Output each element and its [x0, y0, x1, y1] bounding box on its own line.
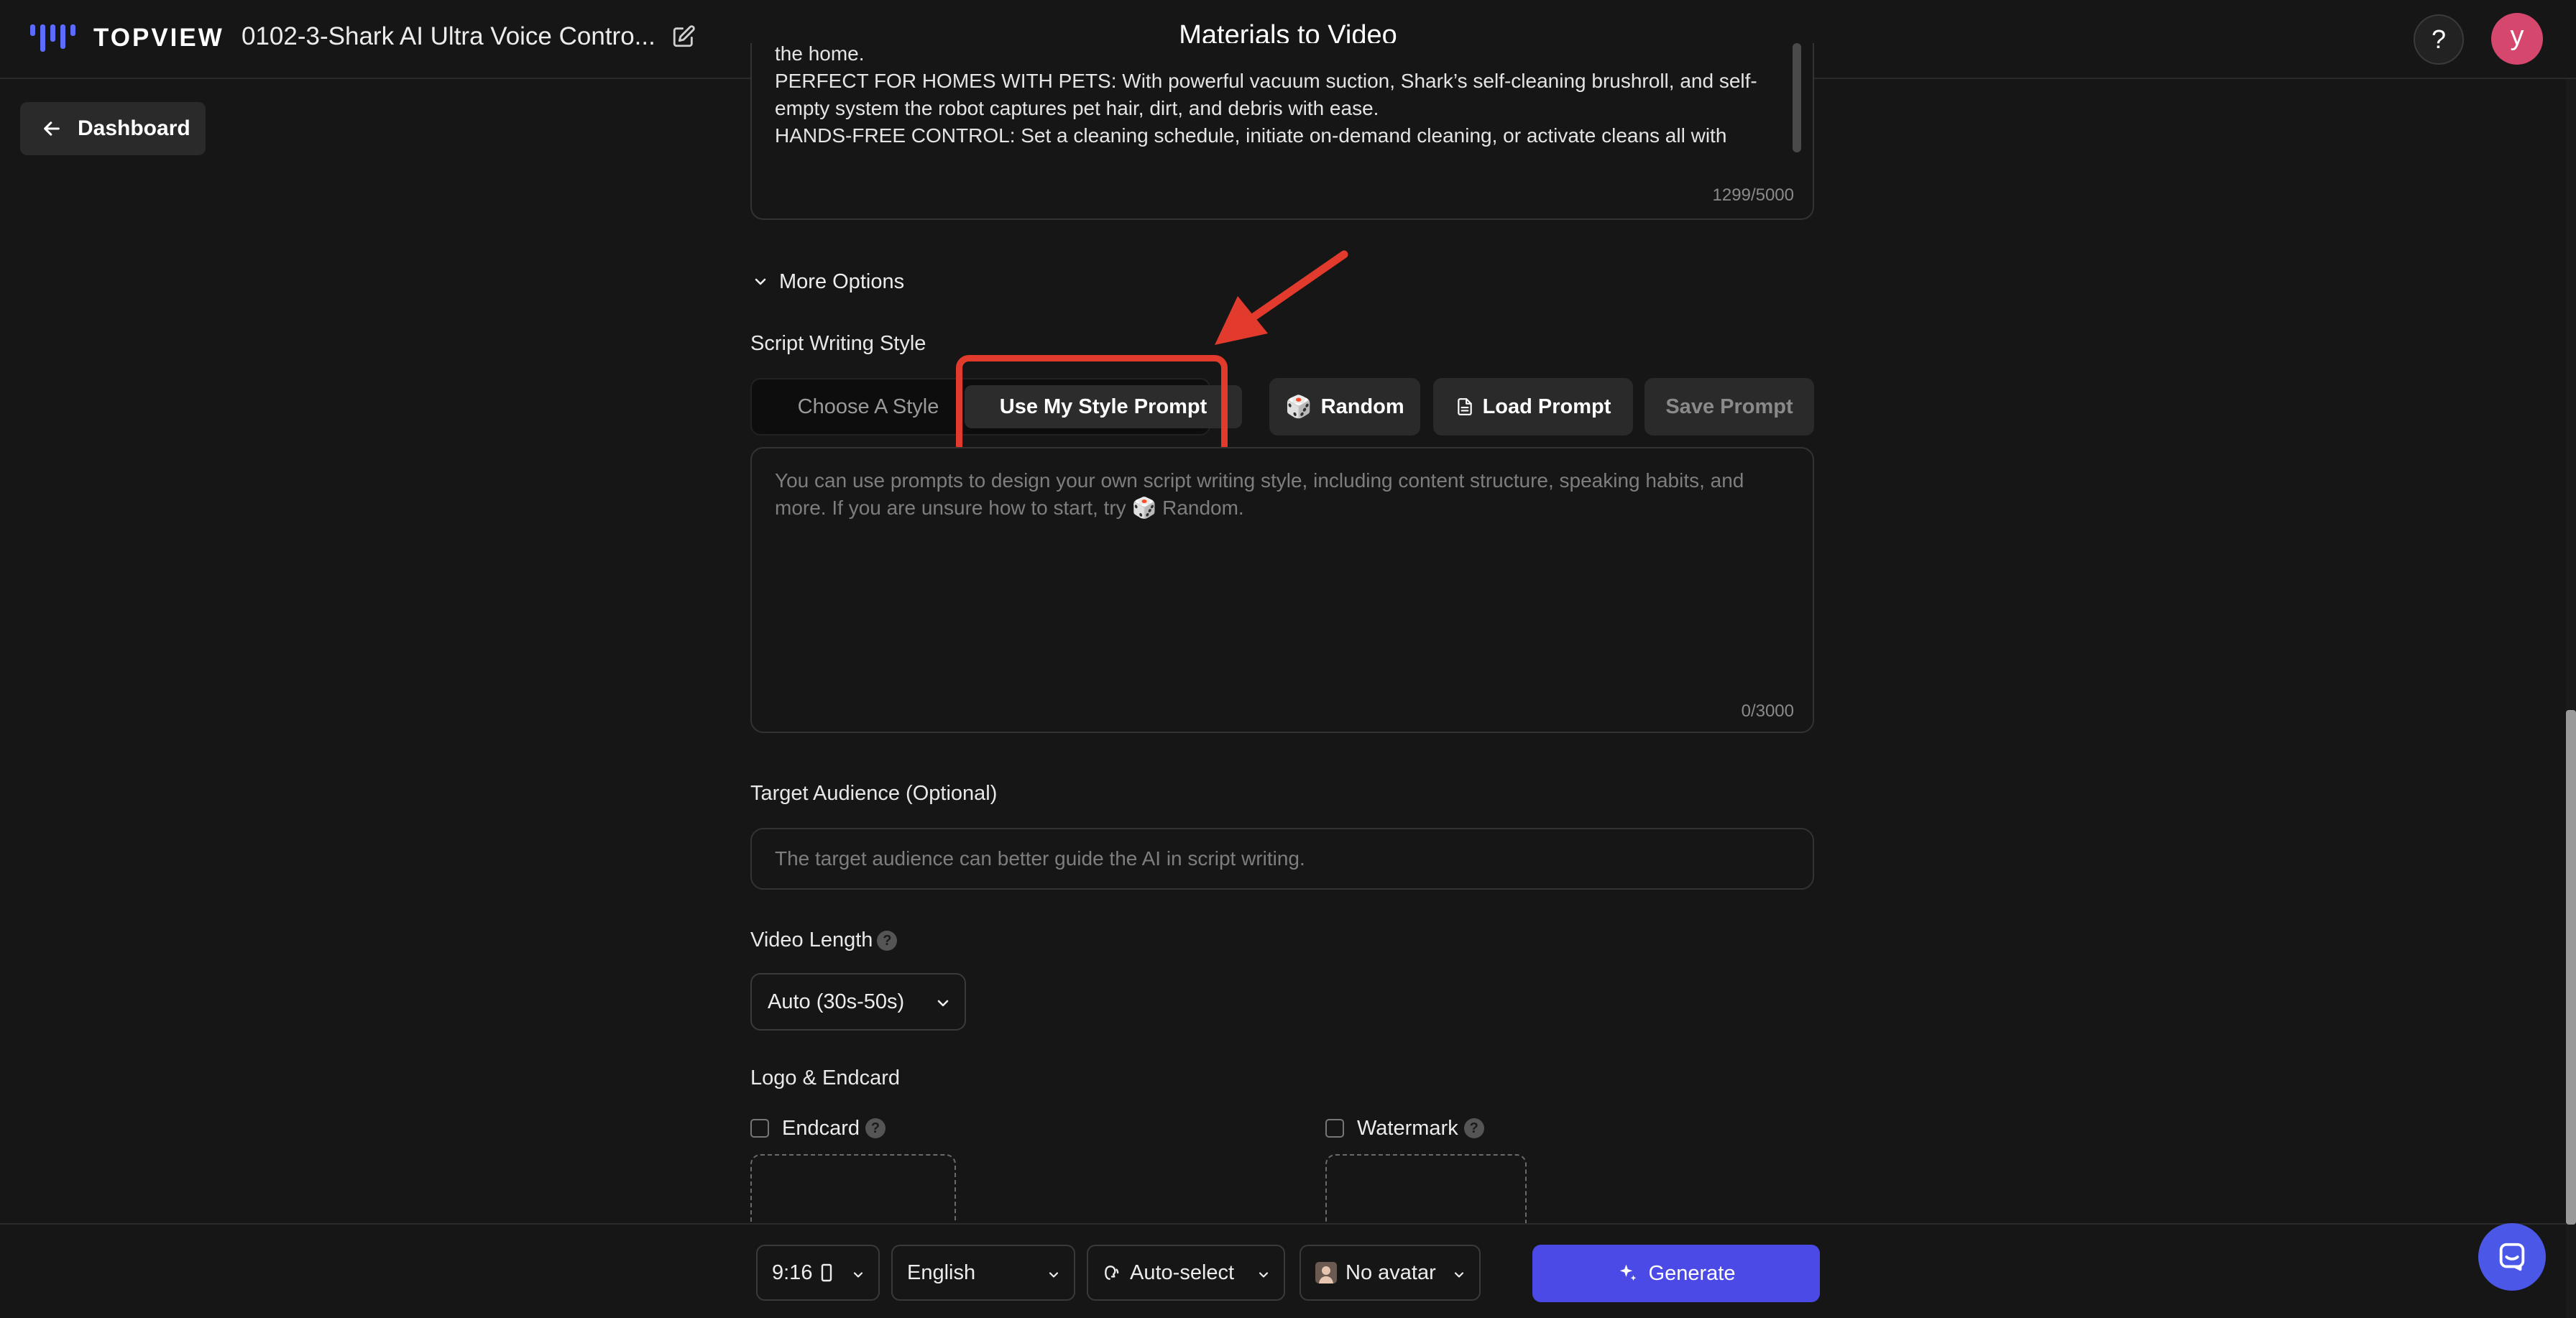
- description-text: the home. PERFECT FOR HOMES WITH PETS: W…: [775, 43, 1757, 147]
- more-options-toggle[interactable]: More Options: [752, 267, 904, 296]
- generate-label: Generate: [1648, 1261, 1736, 1285]
- avatar-select[interactable]: No avatar: [1300, 1245, 1481, 1301]
- style-prompt-placeholder: You can use prompts to design your own s…: [775, 467, 1795, 522]
- generate-button[interactable]: Generate: [1532, 1245, 1820, 1302]
- placeholder-part-2: Random.: [1162, 497, 1244, 519]
- phone-icon: [822, 1263, 832, 1282]
- language-select[interactable]: English: [891, 1245, 1075, 1301]
- script-style-label: Script Writing Style: [750, 332, 926, 355]
- endcard-checkbox[interactable]: [750, 1119, 769, 1138]
- chevron-down-icon: [853, 1272, 863, 1278]
- user-avatar[interactable]: y: [2491, 13, 2543, 65]
- project-title: 0102-3-Shark AI Ultra Voice Contro...: [242, 22, 656, 50]
- video-length-label-row: Video Length?: [750, 928, 898, 952]
- watermark-label: Watermark: [1357, 1116, 1458, 1140]
- dashboard-button[interactable]: Dashboard: [20, 102, 206, 155]
- help-button[interactable]: ?: [2414, 14, 2464, 65]
- chevron-down-icon: [1259, 1272, 1269, 1278]
- help-circle-icon[interactable]: ?: [877, 931, 898, 951]
- style-prompt-textarea[interactable]: You can use prompts to design your own s…: [750, 447, 1814, 733]
- random-label: Random: [1320, 395, 1404, 418]
- dashboard-label: Dashboard: [78, 116, 190, 140]
- endcard-label: Endcard: [782, 1116, 860, 1140]
- voice-value: Auto-select: [1130, 1261, 1235, 1284]
- logo-text: TOPVIEW: [93, 24, 224, 52]
- description-counter: 1299/5000: [1712, 185, 1794, 205]
- page-scrollbar-thumb[interactable]: [2566, 710, 2576, 1225]
- edit-icon[interactable]: [671, 24, 696, 49]
- logo-bars-icon: [30, 24, 75, 52]
- video-length-label: Video Length: [750, 928, 873, 951]
- chat-icon: [2499, 1243, 2525, 1271]
- topview-logo[interactable]: TOPVIEW: [29, 22, 224, 55]
- load-prompt-label: Load Prompt: [1482, 395, 1611, 418]
- watermark-checkbox[interactable]: [1325, 1119, 1344, 1138]
- highlight-box: [956, 355, 1228, 458]
- sparkle-icon: [1619, 1264, 1636, 1281]
- arrow-left-icon: [44, 121, 60, 136]
- avatar-thumbnail-icon: [1315, 1262, 1337, 1284]
- description-scrollbar[interactable]: [1793, 43, 1801, 152]
- save-prompt-button[interactable]: Save Prompt: [1644, 378, 1814, 436]
- dice-icon: 🎲: [1131, 497, 1157, 519]
- prompt-counter: 0/3000: [1741, 701, 1794, 721]
- document-icon: [1457, 398, 1472, 415]
- chevron-down-icon: [937, 1000, 949, 1007]
- placeholder-part-1: You can use prompts to design your own s…: [775, 469, 1744, 519]
- endcard-checkbox-row[interactable]: Endcard ?: [750, 1114, 886, 1143]
- target-audience-placeholder: The target audience can better guide the…: [775, 847, 1305, 870]
- product-description-textarea[interactable]: the home. PERFECT FOR HOMES WITH PETS: W…: [750, 43, 1814, 220]
- chevron-down-icon: [1454, 1272, 1464, 1278]
- chevron-down-icon: [755, 278, 766, 285]
- chevron-down-icon: [1049, 1272, 1059, 1278]
- logo-endcard-label: Logo & Endcard: [750, 1066, 900, 1089]
- voice-icon: [1105, 1266, 1119, 1280]
- target-audience-label: Target Audience (Optional): [750, 782, 998, 805]
- random-button[interactable]: 🎲 Random: [1269, 378, 1420, 436]
- aspect-ratio-select[interactable]: 9:16: [756, 1245, 880, 1301]
- video-length-value: Auto (30s-50s): [768, 990, 905, 1013]
- video-length-select[interactable]: Auto (30s-50s): [750, 973, 966, 1031]
- red-arrow-annotation: [1215, 250, 1348, 345]
- dice-icon: 🎲: [1285, 395, 1312, 419]
- page: TOPVIEW 0102-3-Shark AI Ultra Voice Cont…: [0, 0, 2576, 1318]
- bottom-toolbar: 9:16 English Auto-select No avatar Gener…: [0, 1223, 2566, 1318]
- voice-select[interactable]: Auto-select: [1087, 1245, 1285, 1301]
- help-circle-icon[interactable]: ?: [865, 1118, 886, 1138]
- chat-support-button[interactable]: [2478, 1223, 2546, 1291]
- aspect-ratio-value: 9:16: [772, 1261, 813, 1284]
- more-options-label: More Options: [779, 269, 905, 293]
- tab-choose-a-style[interactable]: Choose A Style: [760, 385, 976, 428]
- language-value: English: [907, 1261, 976, 1284]
- target-audience-input[interactable]: The target audience can better guide the…: [750, 828, 1814, 890]
- load-prompt-button[interactable]: Load Prompt: [1433, 378, 1633, 436]
- help-circle-icon[interactable]: ?: [1463, 1118, 1484, 1138]
- avatar-value: No avatar: [1346, 1261, 1436, 1284]
- watermark-checkbox-row[interactable]: Watermark ?: [1325, 1114, 1484, 1143]
